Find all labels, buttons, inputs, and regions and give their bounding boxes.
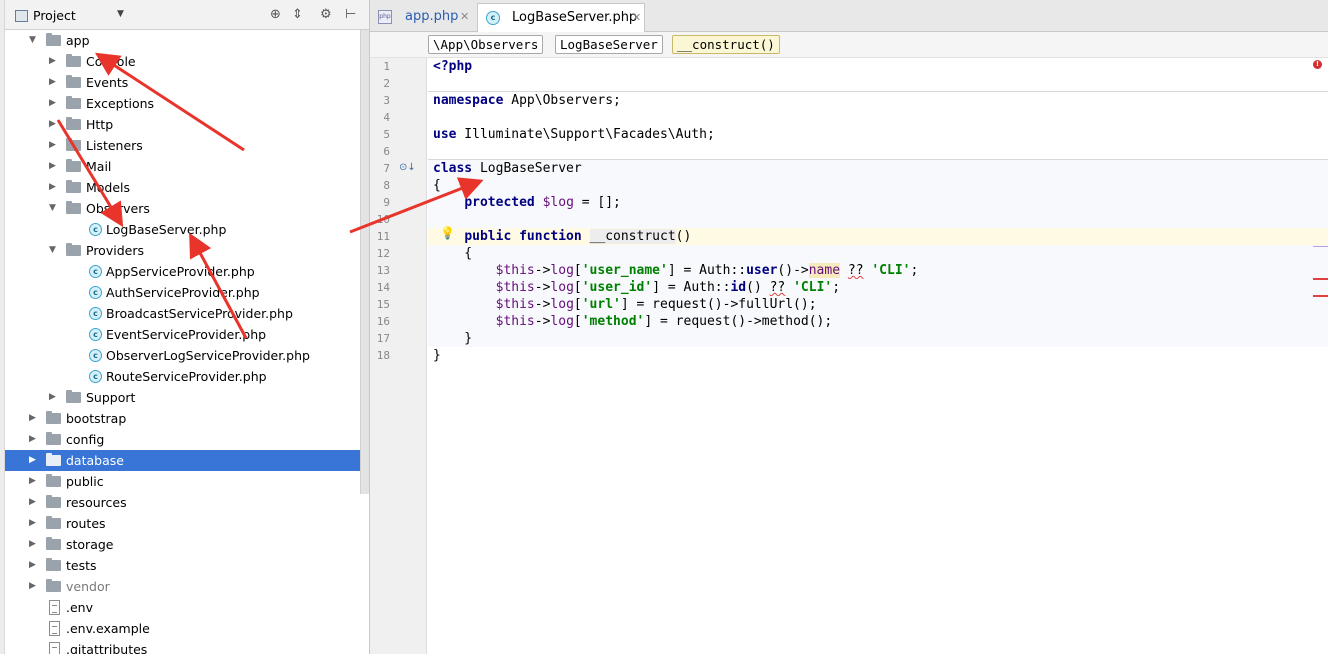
ide-window: Project ▼ ⊕ ⇕ ⚙ ⊢ ▼app▶Console▶Events▶Ex… [0, 0, 1328, 654]
arrow-to-observers [56, 119, 124, 228]
annotation-arrows [56, 52, 484, 339]
arrow-to-class-line [349, 177, 484, 234]
arrow-to-app-folder [94, 52, 245, 152]
arrow-to-logbaseserver [189, 232, 248, 339]
